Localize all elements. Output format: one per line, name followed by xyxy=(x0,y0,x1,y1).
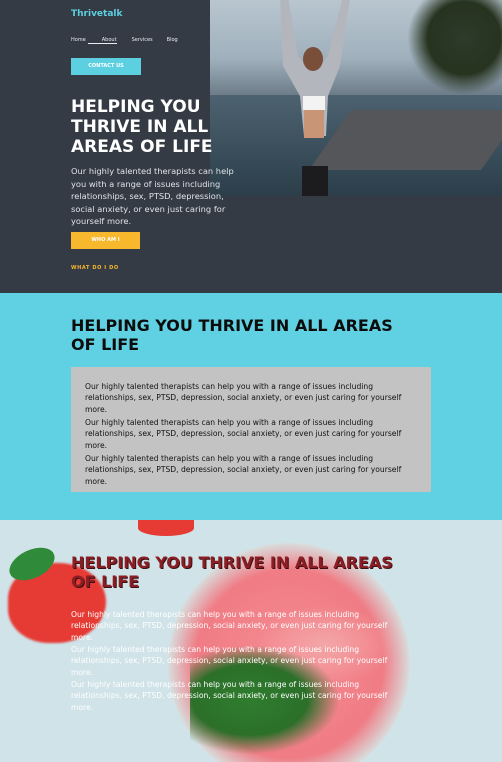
strawberry-top-image xyxy=(138,520,194,536)
hero-photo-tree xyxy=(407,0,502,95)
panel-paragraph-2: Our highly talented therapists can help … xyxy=(85,418,402,450)
blue-section-title: HELPING YOU THRIVE IN ALL AREAS OF LIFE xyxy=(71,316,393,354)
text-panel: Our highly talented therapists can help … xyxy=(71,367,431,492)
smoothie-section: HELPING YOU THRIVE IN ALL AREAS OF LIFE … xyxy=(0,520,502,762)
nav-home[interactable]: Home xyxy=(71,37,86,43)
hero-title: HELPING YOU THRIVE IN ALL AREAS OF LIFE xyxy=(71,97,213,157)
hero-section: Thrivetalk Home About Services Blog CONTACT… xyxy=(0,0,502,293)
blue-section: HELPING YOU THRIVE IN ALL AREAS OF LIFE … xyxy=(0,293,502,520)
page: Thrivetalk Home About Services Blog CONTACT… xyxy=(0,0,502,762)
contact-us-button[interactable]: CONTACT US xyxy=(71,58,141,75)
what-do-i-do-link[interactable]: WHAT DO I DO xyxy=(71,265,119,271)
smoothie-paragraph-2: Our highly talented therapists can help … xyxy=(71,645,388,677)
hero-photo xyxy=(210,0,502,196)
nav-services[interactable]: Services xyxy=(132,37,153,43)
smoothie-section-title: HELPING YOU THRIVE IN ALL AREAS OF LIFE xyxy=(71,553,393,591)
nav-blog[interactable]: Blog xyxy=(167,37,178,43)
hero-text: Our highly talented therapists can help … xyxy=(71,166,234,226)
hero-photo-woman xyxy=(280,0,350,196)
panel-paragraph-1: Our highly talented therapists can help … xyxy=(85,382,402,414)
who-am-i-button[interactable]: WHO AM I xyxy=(71,232,140,249)
smoothie-paragraph-1: Our highly talented therapists can help … xyxy=(71,610,388,642)
main-nav: Home About Services Blog xyxy=(71,37,178,44)
logo[interactable]: Thrivetalk xyxy=(71,9,123,19)
nav-about[interactable]: About xyxy=(87,37,117,44)
panel-paragraph-3: Our highly talented therapists can help … xyxy=(85,454,402,486)
smoothie-paragraph-3: Our highly talented therapists can help … xyxy=(71,680,388,712)
